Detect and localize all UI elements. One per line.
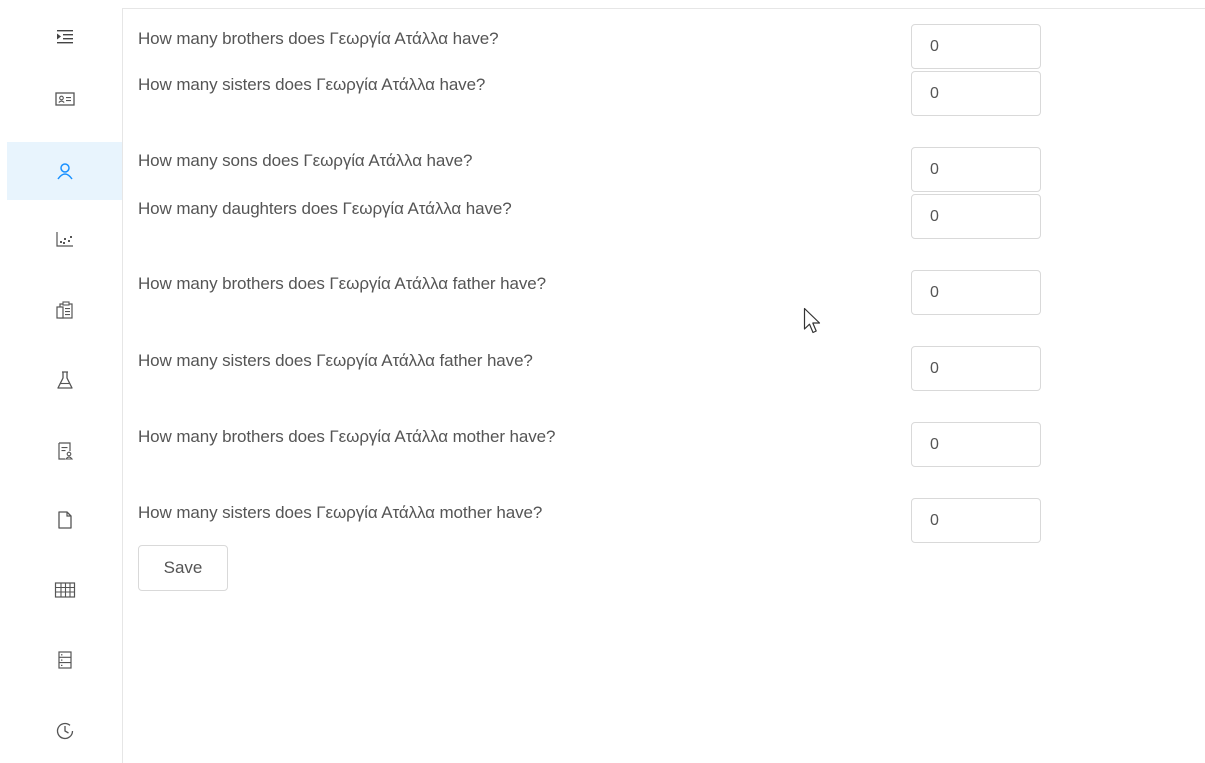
table-icon: [54, 582, 75, 598]
question-label-mother-brothers: How many brothers does Γεωργία Ατάλλα mo…: [138, 427, 556, 446]
file-icon: [57, 511, 72, 529]
sidebar-item-menu-toggle[interactable]: [7, 8, 122, 66]
dot-chart-icon: [55, 232, 73, 247]
sidebar-item-user[interactable]: [7, 142, 122, 200]
mouse-cursor-icon: [803, 307, 821, 334]
menu-indent-icon: [56, 30, 73, 44]
daughters-count-input[interactable]: [911, 194, 1041, 239]
flask-icon: [56, 371, 73, 389]
question-label-sons: How many sons does Γεωργία Ατάλλα have?: [138, 151, 473, 170]
sidebar-item-records[interactable]: [7, 422, 122, 480]
database-icon: [57, 651, 72, 669]
sidebar-item-chart[interactable]: [7, 210, 122, 268]
sidebar-item-profile-card[interactable]: [7, 70, 122, 128]
sidebar-item-lab[interactable]: [7, 351, 122, 409]
question-label-father-brothers: How many brothers does Γεωργία Ατάλλα fa…: [138, 274, 546, 293]
save-button[interactable]: Save: [138, 545, 228, 591]
father-sisters-count-input[interactable]: [911, 346, 1041, 391]
clipboard-icon: [55, 301, 73, 319]
id-card-icon: [54, 92, 75, 106]
father-brothers-count-input[interactable]: [911, 270, 1041, 315]
mother-brothers-count-input[interactable]: [911, 422, 1041, 467]
question-label-father-sisters: How many sisters does Γεωργία Ατάλλα fat…: [138, 351, 533, 370]
sons-count-input[interactable]: [911, 147, 1041, 192]
question-label-brothers: How many brothers does Γεωργία Ατάλλα ha…: [138, 29, 499, 48]
questionnaire-form: How many brothers does Γεωργία Ατάλλα ha…: [123, 9, 1205, 763]
sidebar-item-database[interactable]: [7, 631, 122, 689]
sidebar: [0, 0, 122, 763]
sidebar-item-table[interactable]: [7, 561, 122, 619]
question-label-mother-sisters: How many sisters does Γεωργία Ατάλλα mot…: [138, 503, 543, 522]
mother-sisters-count-input[interactable]: [911, 498, 1041, 543]
question-label-daughters: How many daughters does Γεωργία Ατάλλα h…: [138, 199, 512, 218]
user-icon: [56, 163, 73, 180]
sidebar-item-clipboard[interactable]: [7, 281, 122, 339]
brothers-count-input[interactable]: [911, 24, 1041, 69]
question-label-sisters: How many sisters does Γεωργία Ατάλλα hav…: [138, 75, 486, 94]
sidebar-item-history[interactable]: [7, 702, 122, 760]
sidebar-item-document[interactable]: [7, 491, 122, 549]
history-icon: [56, 722, 73, 740]
sisters-count-input[interactable]: [911, 71, 1041, 116]
file-user-icon: [57, 442, 73, 460]
